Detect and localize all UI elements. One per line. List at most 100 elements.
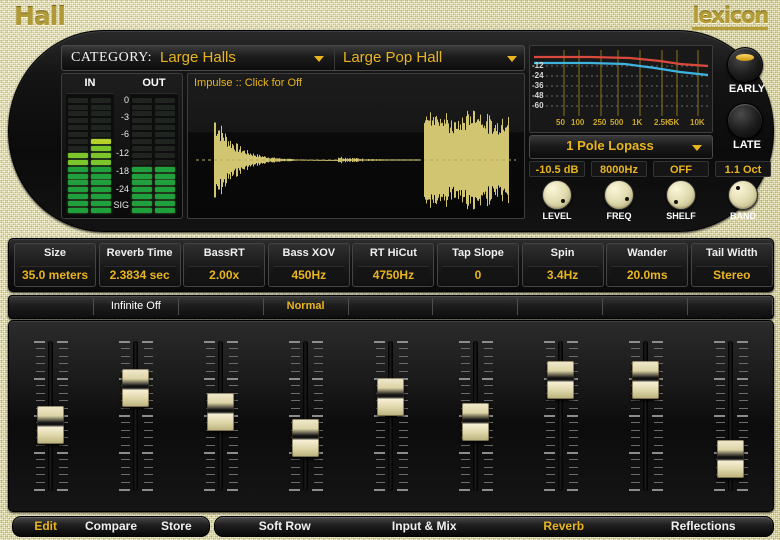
parameter-label: Size bbox=[15, 247, 95, 259]
header: Hall lexicon bbox=[0, 0, 780, 30]
meter-segment bbox=[68, 208, 88, 213]
fader-reverb-time[interactable] bbox=[106, 333, 166, 498]
meter-segment bbox=[132, 118, 152, 123]
fader-handle[interactable] bbox=[122, 369, 149, 407]
parameter-cell-tail-width[interactable]: Tail WidthStereo bbox=[691, 243, 773, 287]
category-group-select[interactable]: Large Halls bbox=[152, 46, 332, 70]
meter-scale-tick: -24 bbox=[116, 184, 129, 194]
fader-handle[interactable] bbox=[632, 361, 659, 399]
fader-handle[interactable] bbox=[207, 393, 234, 431]
fader-bay bbox=[8, 320, 774, 512]
parameter-cell-wander[interactable]: Wander20.0ms bbox=[606, 243, 688, 287]
knob-dial[interactable] bbox=[728, 180, 758, 210]
fader-ticks bbox=[289, 341, 300, 491]
fader-track[interactable] bbox=[303, 341, 308, 491]
nav-item-soft-row[interactable]: Soft Row bbox=[215, 517, 355, 536]
preset-select[interactable]: Large Pop Hall bbox=[334, 46, 525, 70]
fader-ticks bbox=[119, 341, 130, 491]
fader-wander[interactable] bbox=[616, 333, 676, 498]
parameter-value: Stereo bbox=[696, 266, 768, 283]
knob-dial[interactable] bbox=[542, 180, 572, 210]
meter-segment bbox=[91, 125, 111, 130]
filter-knob-level[interactable]: -10.5 dBLEVEL bbox=[529, 161, 585, 221]
status-segment[interactable] bbox=[603, 298, 688, 315]
status-segment[interactable] bbox=[688, 298, 773, 315]
meter-segment bbox=[91, 153, 111, 158]
display-unit-inner: CATEGORY: Large Halls Large Pop Hall IN … bbox=[51, 41, 733, 221]
meter-in-label: IN bbox=[66, 77, 114, 89]
filter-knob-shelf[interactable]: OFFSHELF bbox=[653, 161, 709, 221]
nav-item-reflections[interactable]: Reflections bbox=[634, 517, 774, 536]
nav-item-reverb[interactable]: Reverb bbox=[494, 517, 634, 536]
filter-type-select[interactable]: 1 Pole Lopass bbox=[529, 135, 713, 159]
knob-dial[interactable] bbox=[666, 180, 696, 210]
status-segment[interactable]: Normal bbox=[264, 298, 349, 315]
status-strip: Infinite Off Normal bbox=[8, 295, 774, 319]
parameter-value: 4750Hz bbox=[357, 266, 429, 283]
fader-tail-width[interactable] bbox=[701, 333, 761, 498]
meter-segment bbox=[68, 201, 88, 206]
parameter-value: 0 bbox=[442, 266, 514, 283]
status-segment[interactable] bbox=[433, 298, 518, 315]
fader-handle[interactable] bbox=[717, 440, 744, 478]
filter-knob-freq[interactable]: 8000HzFREQ bbox=[591, 161, 647, 221]
status-segment[interactable] bbox=[518, 298, 603, 315]
fader-tap-slope[interactable] bbox=[446, 333, 506, 498]
parameter-cell-rt-hicut[interactable]: RT HiCut4750Hz bbox=[352, 243, 434, 287]
parameter-value: 2.3834 sec bbox=[104, 266, 176, 283]
response-button-late[interactable] bbox=[727, 103, 763, 139]
status-segment[interactable] bbox=[9, 298, 94, 315]
filter-knob-value: -10.5 dB bbox=[529, 161, 585, 177]
fader-track[interactable] bbox=[133, 341, 138, 491]
fader-rt-hicut[interactable] bbox=[361, 333, 421, 498]
status-segment[interactable]: Infinite Off bbox=[94, 298, 179, 315]
status-segment[interactable] bbox=[349, 298, 434, 315]
impulse-display[interactable]: Impulse :: Click for Off bbox=[187, 73, 525, 219]
fader-handle[interactable] bbox=[37, 406, 64, 444]
meter-segment bbox=[132, 146, 152, 151]
fader-bass-xov[interactable] bbox=[276, 333, 336, 498]
main-display-unit: CATEGORY: Large Halls Large Pop Hall IN … bbox=[8, 30, 774, 232]
nav-item-input-mix[interactable]: Input & Mix bbox=[355, 517, 495, 536]
filter-type-value: 1 Pole Lopass bbox=[530, 138, 690, 153]
status-segment[interactable] bbox=[179, 298, 264, 315]
nav-item-edit[interactable]: Edit bbox=[13, 517, 78, 536]
filter-knob-band[interactable]: 1.1 OctBAND bbox=[715, 161, 771, 221]
fader-handle[interactable] bbox=[377, 378, 404, 416]
fader-spin[interactable] bbox=[531, 333, 591, 498]
filter-knob-label: BAND bbox=[715, 211, 771, 221]
meter-segment bbox=[155, 146, 175, 151]
meter-segment bbox=[155, 118, 175, 123]
nav-item-store[interactable]: Store bbox=[144, 517, 209, 536]
meter-segment bbox=[91, 208, 111, 213]
meter-segment bbox=[91, 98, 111, 103]
parameter-cell-size[interactable]: Size35.0 meters bbox=[14, 243, 96, 287]
parameter-cell-reverb-time[interactable]: Reverb Time2.3834 sec bbox=[99, 243, 181, 287]
fader-handle[interactable] bbox=[292, 419, 319, 457]
meter-scale-tick: 0 bbox=[124, 95, 129, 105]
meter-segment bbox=[132, 160, 152, 165]
fader-handle[interactable] bbox=[462, 403, 489, 441]
response-button-early[interactable] bbox=[727, 47, 763, 83]
meter-segment bbox=[132, 111, 152, 116]
knob-dial[interactable] bbox=[604, 180, 634, 210]
level-meters: IN OUT 0-3-6-12-18-24SIG bbox=[61, 73, 183, 219]
knob-indicator-dot bbox=[736, 186, 740, 190]
meter-segment bbox=[68, 160, 88, 165]
meter-segment bbox=[132, 98, 152, 103]
meter-segment bbox=[132, 125, 152, 130]
fader-ticks bbox=[374, 341, 385, 491]
fader-handle[interactable] bbox=[547, 361, 574, 399]
meter-segment bbox=[91, 167, 111, 172]
parameter-cell-tap-slope[interactable]: Tap Slope0 bbox=[437, 243, 519, 287]
fader-track[interactable] bbox=[388, 341, 393, 491]
fader-bassrt[interactable] bbox=[191, 333, 251, 498]
parameter-cell-bass-xov[interactable]: Bass XOV450Hz bbox=[268, 243, 350, 287]
nav-item-compare[interactable]: Compare bbox=[78, 517, 143, 536]
fader-size[interactable] bbox=[21, 333, 81, 498]
parameter-value: 3.4Hz bbox=[527, 266, 599, 283]
parameter-cell-bassrt[interactable]: BassRT2.00x bbox=[183, 243, 265, 287]
parameter-cell-spin[interactable]: Spin3.4Hz bbox=[522, 243, 604, 287]
meter-segment bbox=[68, 194, 88, 199]
category-group-value: Large Halls bbox=[160, 49, 236, 66]
